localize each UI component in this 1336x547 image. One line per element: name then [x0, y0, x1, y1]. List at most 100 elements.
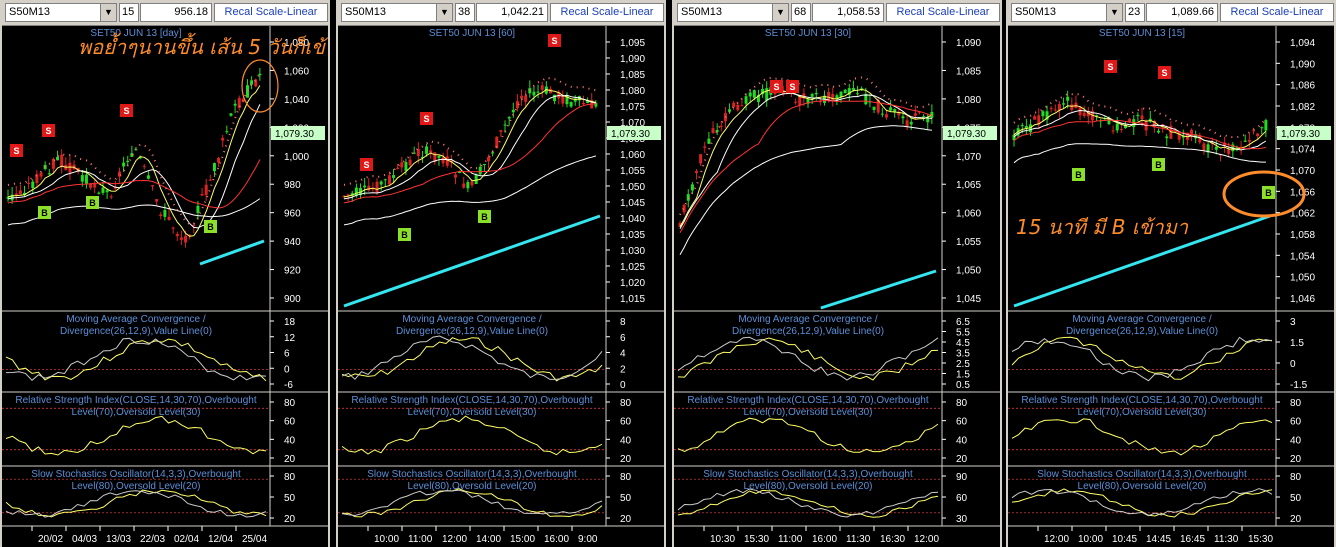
- macd-tick-label: 6: [620, 333, 626, 344]
- stochastic-label: Slow Stochastics Oscillator(14,3,3),Over…: [31, 469, 241, 480]
- rsi-label: Relative Strength Index(CLOSE,14,30,70),…: [15, 395, 256, 406]
- rsi-tick-label: 80: [620, 398, 632, 409]
- candle-body: [225, 131, 229, 133]
- candle-body: [843, 89, 847, 94]
- rsi-label: Level(70),Oversold Level(30): [744, 407, 873, 418]
- rsi-label: Level(70),Oversold Level(30): [1078, 407, 1207, 418]
- chevron-down-icon[interactable]: ▼: [772, 4, 788, 21]
- macd-signal-line: [677, 336, 939, 381]
- macd-label: Moving Average Convergence /: [66, 314, 206, 325]
- stochastic-tick-label: 80: [284, 472, 296, 483]
- chart-toolbar: S50M13 ▼ 23 1,089.66 Recal Scale-Linear: [1008, 0, 1334, 26]
- candle-body: [27, 182, 31, 185]
- candle-body: [179, 237, 183, 240]
- candle-body: [736, 104, 740, 111]
- ma-mid-line: [679, 92, 932, 229]
- rsi-label: Relative Strength Index(CLOSE,14,30,70),…: [1021, 395, 1262, 406]
- candle-body: [84, 174, 88, 184]
- stochastic-label: Slow Stochastics Oscillator(14,3,3),Over…: [1037, 469, 1247, 480]
- macd-tick-label: 4: [620, 349, 626, 360]
- price-tick-label: 980: [284, 180, 301, 191]
- candle-body: [922, 116, 926, 118]
- candle-body: [478, 166, 482, 175]
- candle-body: [429, 150, 433, 153]
- price-field[interactable]: 1,042.21: [476, 3, 548, 22]
- candle-body: [540, 85, 544, 90]
- price-tick-label: 940: [284, 237, 301, 248]
- chart-canvas: SET50 JUN 13 [15] 1,094 1,090 1,086 1,082 1,0…: [1008, 26, 1334, 545]
- candle-body: [1070, 104, 1074, 110]
- time-tick-label: 12:00: [1044, 534, 1069, 545]
- chart-toolbar: S50M13 ▼ 15 956.18 Recal Scale-Linear: [2, 0, 328, 26]
- stochastic-tick-label: 30: [956, 514, 968, 525]
- stochastic-tick-label: 50: [1290, 493, 1302, 504]
- symbol-select[interactable]: S50M13 ▼: [5, 3, 117, 22]
- ma-slow-line: [679, 99, 933, 233]
- time-tick-label: 16:45: [1180, 534, 1205, 545]
- sell-signal-label: S: [551, 36, 557, 46]
- candle-body: [1157, 130, 1161, 133]
- price-tick-label: 1,090: [1290, 59, 1315, 70]
- candle-body: [437, 155, 441, 158]
- candle-body: [151, 185, 155, 187]
- candle-body: [703, 146, 707, 148]
- candle-body: [31, 181, 35, 188]
- chevron-down-icon[interactable]: ▼: [100, 4, 116, 21]
- symbol-select[interactable]: S50M13 ▼: [341, 3, 453, 22]
- candle-body: [695, 171, 699, 173]
- candle-body: [39, 172, 43, 177]
- sell-signal-label: S: [45, 126, 51, 136]
- candle-body: [503, 124, 507, 126]
- candle-body: [196, 205, 200, 213]
- recal-scale-button[interactable]: Recal Scale-Linear: [886, 3, 1000, 22]
- candle-body: [1066, 96, 1070, 101]
- macd-signal-line: [341, 335, 603, 380]
- price-tick-label: 1,015: [620, 294, 645, 305]
- buy-signal-label: B: [1265, 188, 1272, 198]
- candle-body: [744, 96, 748, 104]
- candle-body: [1020, 125, 1024, 127]
- candle-body: [80, 175, 84, 182]
- price-field[interactable]: 1,089.66: [1146, 3, 1218, 22]
- chevron-down-icon[interactable]: ▼: [1106, 4, 1122, 21]
- chevron-down-icon[interactable]: ▼: [436, 4, 452, 21]
- candle-body: [105, 190, 109, 193]
- rsi-tick-label: 40: [620, 435, 632, 446]
- recal-scale-button[interactable]: Recal Scale-Linear: [214, 3, 328, 22]
- candle-body: [204, 184, 208, 195]
- macd-tick-label: 8: [620, 317, 626, 328]
- time-tick-label: 20/02: [38, 534, 63, 545]
- time-tick-label: 11:00: [778, 534, 803, 545]
- period-field[interactable]: 68: [791, 3, 811, 22]
- recal-scale-button[interactable]: Recal Scale-Linear: [1220, 3, 1334, 22]
- rsi-label: Relative Strength Index(CLOSE,14,30,70),…: [351, 395, 592, 406]
- candle-body: [56, 156, 60, 161]
- recal-scale-button[interactable]: Recal Scale-Linear: [550, 3, 664, 22]
- price-tick-label: 1,055: [956, 237, 981, 248]
- candle-body: [171, 227, 175, 229]
- buy-signal-label: B: [481, 212, 488, 222]
- candle-body: [14, 193, 18, 196]
- candle-body: [163, 210, 167, 217]
- macd-tick-label: 1.5: [1290, 338, 1304, 349]
- price-tick-label: 1,045: [620, 198, 645, 209]
- candle-body: [208, 179, 212, 181]
- candle-body: [1243, 140, 1247, 142]
- price-tick-label: 920: [284, 266, 301, 277]
- candle-body: [474, 174, 478, 185]
- period-field[interactable]: 38: [455, 3, 475, 22]
- rsi-line: [5, 415, 267, 456]
- price-field[interactable]: 956.18: [140, 3, 212, 22]
- period-field[interactable]: 15: [119, 3, 139, 22]
- macd-tick-label: 0: [620, 380, 626, 391]
- candle-body: [831, 94, 835, 101]
- candle-body: [126, 160, 130, 163]
- symbol-select[interactable]: S50M13 ▼: [1011, 3, 1123, 22]
- time-tick-label: 25/04: [242, 534, 267, 545]
- macd-tick-label: 6.5: [956, 317, 970, 328]
- period-field[interactable]: 23: [1125, 3, 1145, 22]
- stochastic-signal-line: [341, 489, 603, 517]
- rsi-line: [341, 415, 603, 456]
- symbol-select[interactable]: S50M13 ▼: [677, 3, 789, 22]
- price-field[interactable]: 1,058.53: [812, 3, 884, 22]
